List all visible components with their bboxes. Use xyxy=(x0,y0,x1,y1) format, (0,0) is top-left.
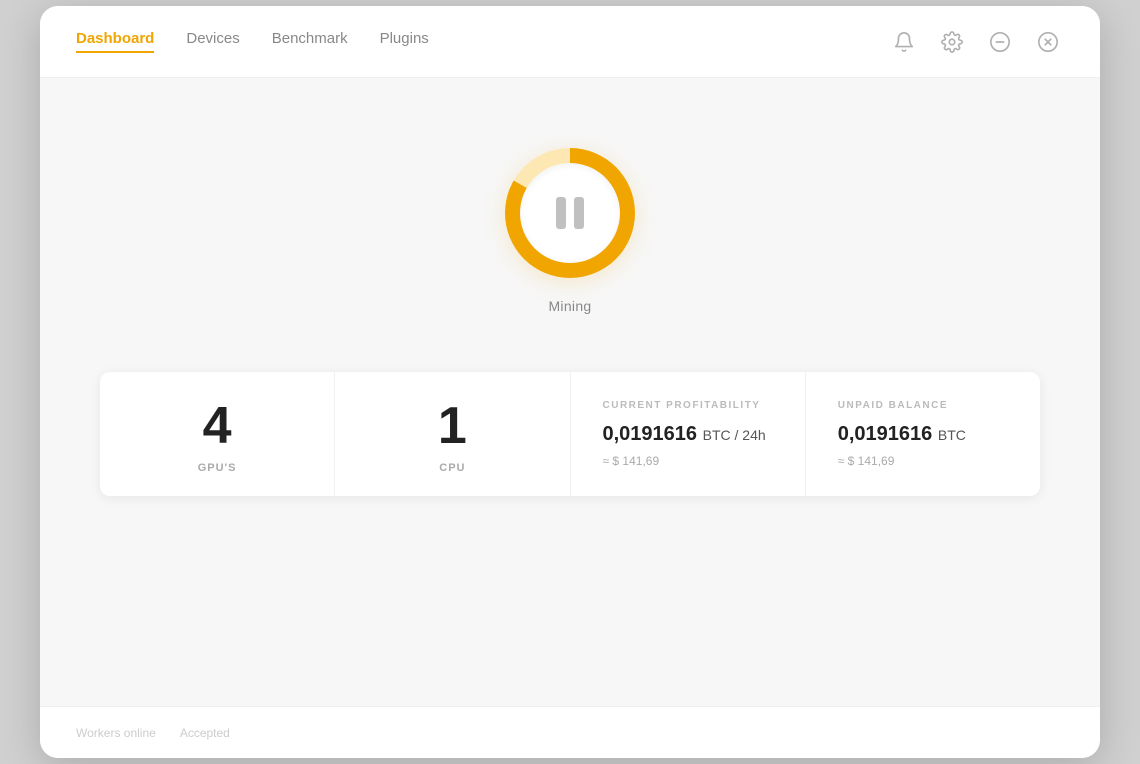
balance-section-label: UNPAID BALANCE xyxy=(838,400,948,411)
nav-item-plugins[interactable]: Plugins xyxy=(380,30,429,53)
profitability-main-value: 0,0191616 BTC / 24h xyxy=(603,423,766,446)
gpu-count-label: GPU'S xyxy=(198,462,237,474)
settings-button[interactable] xyxy=(936,26,968,58)
profitability-sub-value: ≈ $ 141,69 xyxy=(603,454,660,468)
profitability-section-label: CURRENT PROFITABILITY xyxy=(603,400,761,411)
top-actions xyxy=(888,26,1064,58)
mining-status-label: Mining xyxy=(548,298,591,314)
balance-main-value: 0,0191616 BTC xyxy=(838,423,966,446)
bottom-bar: Workers online Accepted xyxy=(40,706,1100,758)
cpu-count-value: 1 xyxy=(438,400,467,452)
notification-button[interactable] xyxy=(888,26,920,58)
nav-links: Dashboard Devices Benchmark Plugins xyxy=(76,30,429,53)
close-icon xyxy=(1037,31,1059,53)
pause-icon xyxy=(556,197,584,229)
gpu-count-value: 4 xyxy=(203,400,232,452)
nav-item-dashboard[interactable]: Dashboard xyxy=(76,30,154,53)
balance-sub-value: ≈ $ 141,69 xyxy=(838,454,895,468)
stat-card-profitability: CURRENT PROFITABILITY 0,0191616 BTC / 24… xyxy=(571,372,806,496)
pause-bar-right xyxy=(574,197,584,229)
nav-item-benchmark[interactable]: Benchmark xyxy=(272,30,348,53)
stat-card-gpus: 4 GPU'S xyxy=(100,372,335,496)
nav-item-devices[interactable]: Devices xyxy=(186,30,239,53)
profitability-unit: BTC / 24h xyxy=(703,427,766,443)
top-bar: Dashboard Devices Benchmark Plugins xyxy=(40,6,1100,78)
mining-toggle-button[interactable] xyxy=(505,148,635,278)
close-button[interactable] xyxy=(1032,26,1064,58)
workers-online-label: Workers online xyxy=(76,726,156,740)
stat-card-balance: UNPAID BALANCE 0,0191616 BTC ≈ $ 141,69 xyxy=(806,372,1040,496)
mining-btn-inner xyxy=(520,163,620,263)
balance-unit: BTC xyxy=(938,427,966,443)
stat-card-cpu: 1 CPU xyxy=(335,372,570,496)
main-content: Mining 4 GPU'S 1 CPU CURRENT PROFITABILI… xyxy=(40,78,1100,706)
cpu-count-label: CPU xyxy=(439,462,465,474)
stats-row: 4 GPU'S 1 CPU CURRENT PROFITABILITY 0,01… xyxy=(100,372,1040,496)
minimize-icon xyxy=(989,31,1011,53)
gear-icon xyxy=(941,31,963,53)
app-window: Dashboard Devices Benchmark Plugins xyxy=(40,6,1100,758)
accepted-label: Accepted xyxy=(180,726,230,740)
pause-bar-left xyxy=(556,197,566,229)
bell-icon xyxy=(893,31,915,53)
mining-center: Mining xyxy=(100,118,1040,362)
minimize-button[interactable] xyxy=(984,26,1016,58)
